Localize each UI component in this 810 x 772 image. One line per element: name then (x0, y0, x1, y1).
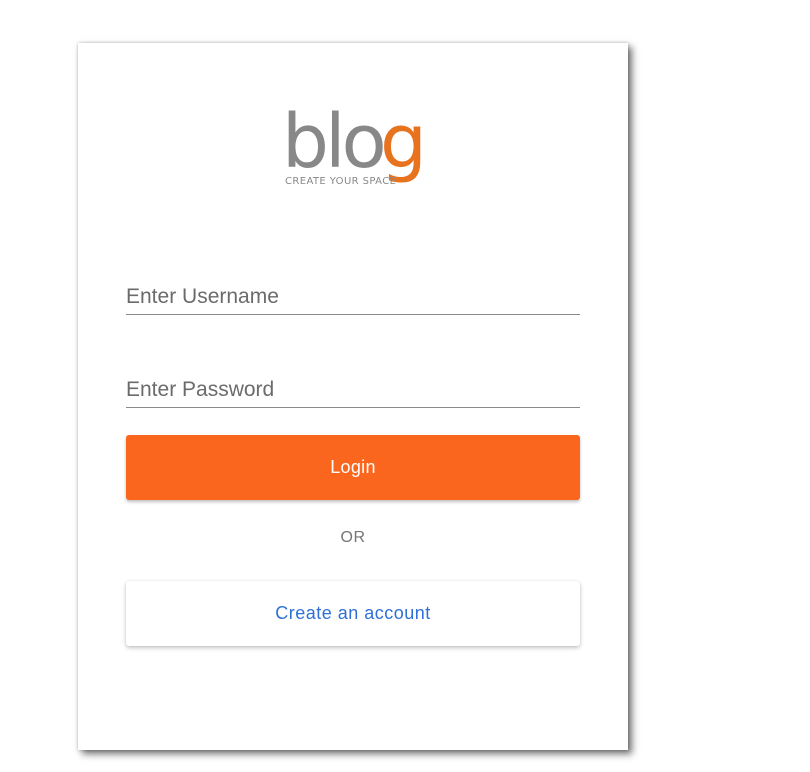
create-account-button[interactable]: Create an account (126, 581, 580, 646)
or-separator: OR (340, 529, 366, 546)
blog-logo-graphic: blo g CREATE YOUR SPACE (282, 109, 424, 187)
password-field[interactable] (126, 367, 580, 408)
logo-wordmark-accent: g (380, 109, 424, 185)
logo-wordmark-main: blo (282, 109, 384, 185)
username-input[interactable] (126, 274, 580, 314)
logo-tagline: CREATE YOUR SPACE (285, 176, 396, 187)
blog-logo: blo g CREATE YOUR SPACE (282, 109, 424, 189)
username-field[interactable] (126, 274, 580, 315)
login-card: blo g CREATE YOUR SPACE Login OR Create … (78, 43, 628, 750)
password-input[interactable] (126, 367, 580, 407)
login-button[interactable]: Login (126, 435, 580, 500)
